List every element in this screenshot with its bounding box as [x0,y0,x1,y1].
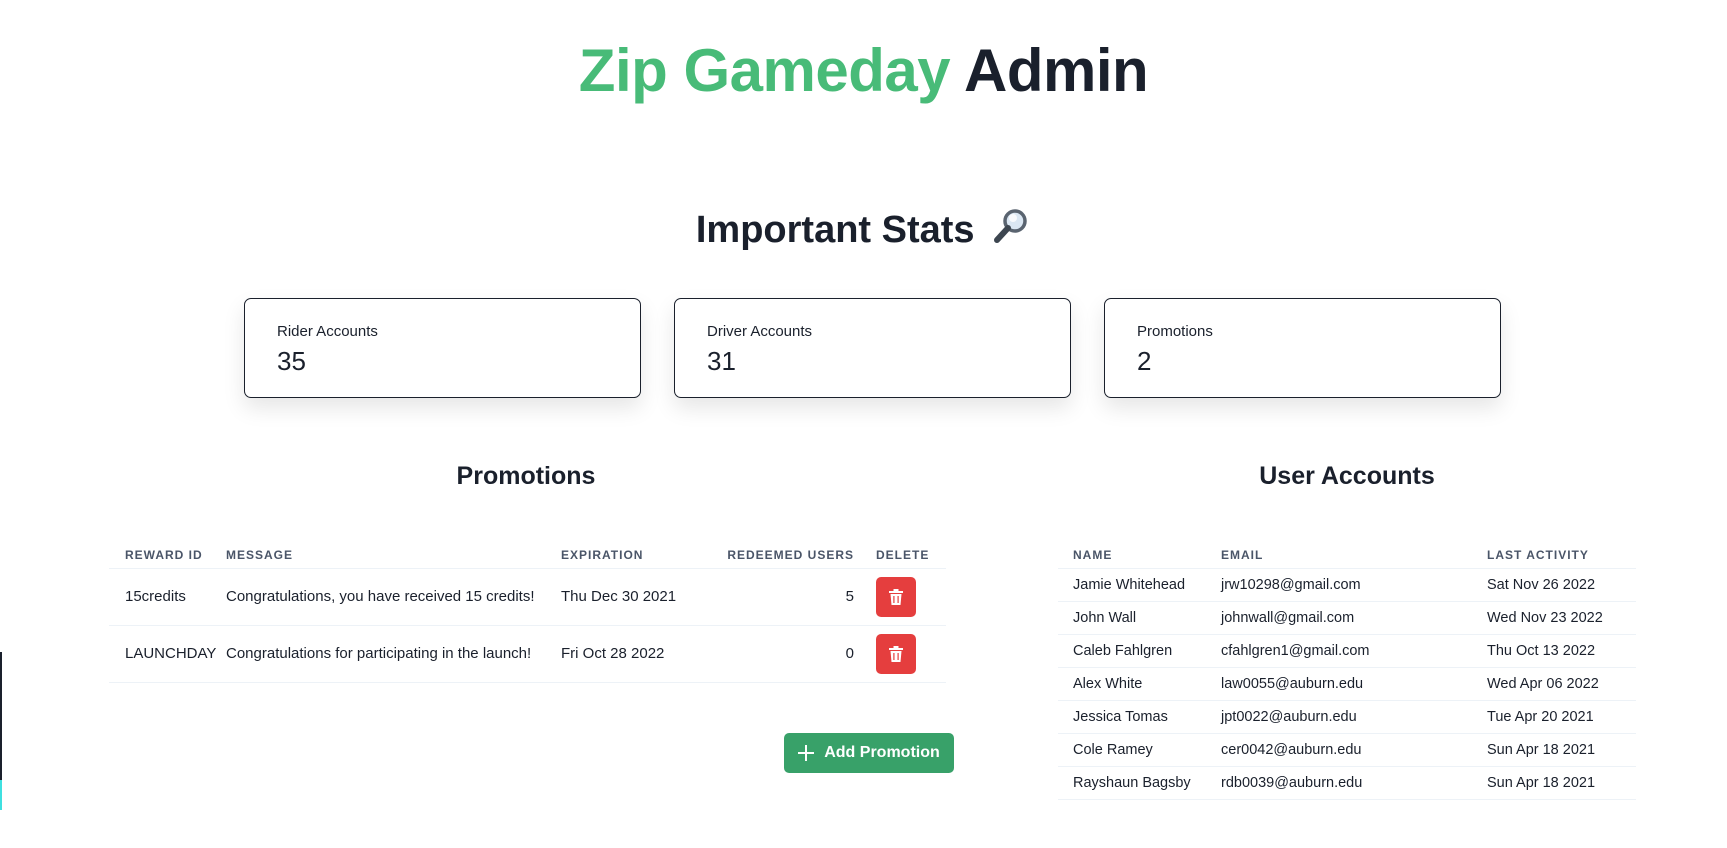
expiration-cell: Fri Oct 28 2022 [561,625,708,683]
user-email-cell: rdb0039@auburn.edu [1221,766,1487,800]
user-email-cell: cfahlgren1@gmail.com [1221,634,1487,668]
app-title: Zip Gameday Admin [0,36,1727,105]
table-row: Jamie Whitehead jrw10298@gmail.com Sat N… [1058,568,1636,602]
column-header-name: NAME [1058,542,1221,569]
user-name-cell: Cole Ramey [1058,733,1221,767]
app-title-brand: Zip Gameday [578,37,951,104]
table-row: 15credits Congratulations, you have rece… [109,568,946,626]
table-header-row: NAME EMAIL LAST ACTIVITY [1058,542,1636,569]
stats-heading: Important Stats [0,206,1727,252]
user-email-cell: cer0042@auburn.edu [1221,733,1487,767]
table-row: Alex White law0055@auburn.edu Wed Apr 06… [1058,667,1636,701]
last-activity-cell: Sun Apr 18 2021 [1487,733,1636,767]
user-name-cell: Rayshaun Bagsby [1058,766,1221,800]
table-row: Jessica Tomas jpt0022@auburn.edu Tue Apr… [1058,700,1636,734]
column-header-redeemed-users: REDEEMED USERS [708,542,876,569]
trash-icon [889,645,903,662]
last-activity-cell: Sat Nov 26 2022 [1487,568,1636,602]
delete-cell [876,625,946,683]
stat-value: 2 [1137,346,1152,376]
user-email-cell: johnwall@gmail.com [1221,601,1487,635]
delete-promotion-button[interactable] [876,633,916,674]
magnifying-glass-icon [991,206,1031,246]
table-row: John Wall johnwall@gmail.com Wed Nov 23 … [1058,601,1636,635]
stat-card-promotions: Promotions 2 [1104,298,1501,398]
reward-id-cell: 15credits [109,568,226,626]
table-row: Rayshaun Bagsby rdb0039@auburn.edu Sun A… [1058,766,1636,800]
reward-id-cell: LAUNCHDAY [109,625,226,683]
column-header-reward-id: REWARD ID [109,542,226,569]
plus-icon [798,745,815,761]
promotions-table: REWARD ID MESSAGE EXPIRATION REDEEMED US… [109,542,946,683]
user-email-cell: jrw10298@gmail.com [1221,568,1487,602]
column-header-email: EMAIL [1221,542,1487,569]
user-name-cell: Jessica Tomas [1058,700,1221,734]
stat-value: 35 [277,346,306,376]
add-promotion-button[interactable]: Add Promotion [784,733,954,773]
table-header-row: REWARD ID MESSAGE EXPIRATION REDEEMED US… [109,542,946,569]
table-row: LAUNCHDAY Congratulations for participat… [109,625,946,683]
window-edge-accent [0,780,2,810]
user-name-cell: Caleb Fahlgren [1058,634,1221,668]
last-activity-cell: Tue Apr 20 2021 [1487,700,1636,734]
stats-heading-text: Important Stats [695,209,975,251]
add-promotion-label: Add Promotion [824,744,940,761]
column-header-expiration: EXPIRATION [561,542,708,569]
stat-card-driver-accounts: Driver Accounts 31 [674,298,1071,398]
stat-label: Rider Accounts [277,323,378,340]
user-accounts-table: NAME EMAIL LAST ACTIVITY Jamie Whitehead… [1058,542,1636,800]
user-name-cell: Alex White [1058,667,1221,701]
message-cell: Congratulations for participating in the… [226,625,561,683]
trash-icon [889,588,903,605]
delete-cell [876,568,946,626]
last-activity-cell: Wed Nov 23 2022 [1487,601,1636,635]
window-edge [0,652,2,780]
user-accounts-title: User Accounts [1259,462,1435,490]
stat-card-rider-accounts: Rider Accounts 35 [244,298,641,398]
app-title-suffix: Admin [964,37,1149,104]
expiration-cell: Thu Dec 30 2021 [561,568,708,626]
admin-page: Zip Gameday Admin Important Stats Rider … [0,0,1727,848]
last-activity-cell: Sun Apr 18 2021 [1487,766,1636,800]
table-row: Caleb Fahlgren cfahlgren1@gmail.com Thu … [1058,634,1636,668]
redeemed-users-cell: 5 [708,568,876,626]
redeemed-users-cell: 0 [708,625,876,683]
stat-label: Driver Accounts [707,323,813,340]
last-activity-cell: Thu Oct 13 2022 [1487,634,1636,668]
message-cell: Congratulations, you have received 15 cr… [226,568,561,626]
user-email-cell: law0055@auburn.edu [1221,667,1487,701]
stat-label: Promotions [1137,323,1213,340]
column-header-last-activity: LAST ACTIVITY [1487,542,1636,569]
user-email-cell: jpt0022@auburn.edu [1221,700,1487,734]
last-activity-cell: Wed Apr 06 2022 [1487,667,1636,701]
table-row: Cole Ramey cer0042@auburn.edu Sun Apr 18… [1058,733,1636,767]
column-header-message: MESSAGE [226,542,561,569]
user-name-cell: Jamie Whitehead [1058,568,1221,602]
delete-promotion-button[interactable] [876,576,916,617]
stat-value: 31 [707,346,736,376]
column-header-delete: DELETE [876,542,946,569]
user-name-cell: John Wall [1058,601,1221,635]
promotions-title: Promotions [456,462,596,490]
